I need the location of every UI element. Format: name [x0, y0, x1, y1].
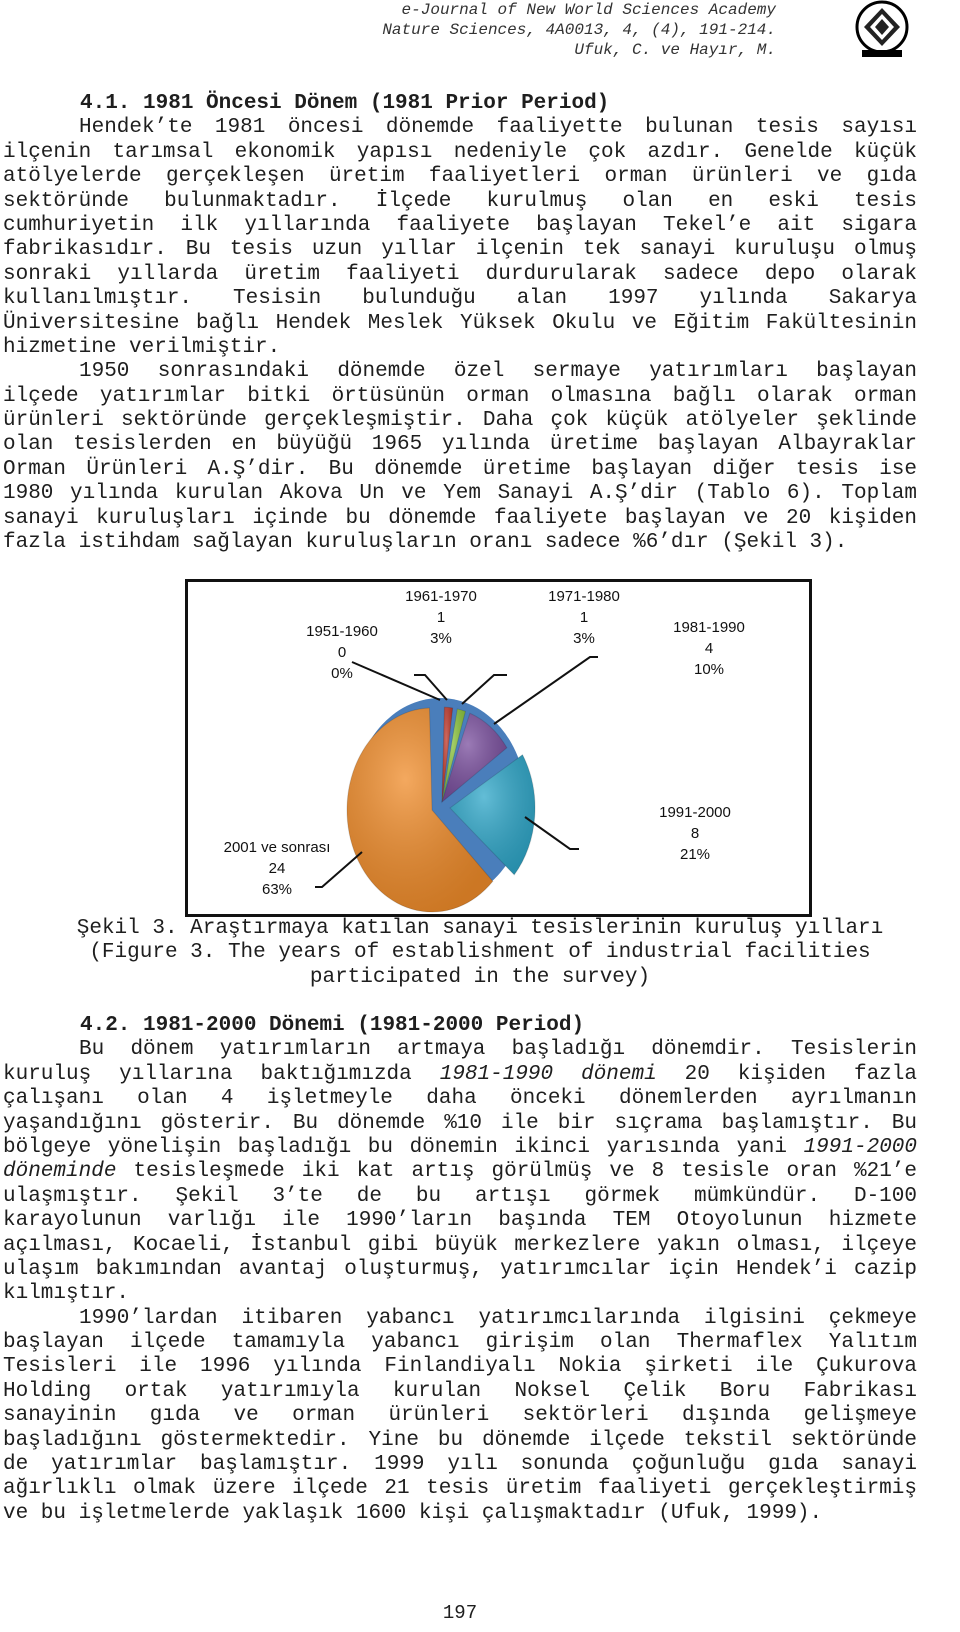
data-label: 0% — [331, 665, 353, 682]
paragraph-line: Üniversitesine bağlı Hendek Meslek Yükse… — [3, 311, 917, 335]
paragraph-line: ulaşmıştır. Şekil 3’te de bu artışı görm… — [3, 1184, 917, 1208]
pie-chart: 1951-1960 0 0% 1961-1970 1 3% 1971-1980 1 3% 1981… — [185, 579, 812, 917]
data-label: 1951-1960 — [306, 623, 378, 640]
paragraph-line: 1990’lardan itibaren yabancı yatırımcıla… — [79, 1306, 917, 1330]
italic-text: 1981-1990 dönemi — [439, 1062, 657, 1086]
data-label: 4 — [705, 640, 713, 657]
paragraph-line: ulaşım bakımından avantaj oluşturmuş, ya… — [3, 1257, 917, 1281]
paragraph-line: olan tesislerden en büyüğü 1965 yılında … — [3, 433, 917, 457]
paragraph-line: Bu dönem yatırımların artmaya başladığı … — [79, 1038, 917, 1062]
journal-authors: Ufuk, C. ve Hayır, M. — [574, 41, 776, 59]
leader-line — [524, 816, 579, 850]
data-label: 1981-1990 — [673, 619, 745, 636]
paragraph-line: sektöründe bulunmaktadır. İlçede kurulmu… — [3, 189, 917, 213]
caption-line: Şekil 3. Araştırmaya katılan sanayi tesi… — [76, 917, 884, 940]
paragraph-line: ve bu işletmelerde yaklaşık 1600 kişi ça… — [3, 1501, 823, 1525]
leader-line — [351, 661, 441, 701]
data-label: 3% — [430, 630, 452, 647]
leader-line — [461, 674, 507, 705]
paragraph-line: atölyelerde gerçekleşen üretim faaliyetl… — [3, 165, 917, 189]
paragraph-line: sanayi kuruluşları içinde bu dönemde faa… — [3, 506, 917, 530]
paragraph-line: 1980 yılında kurulan Akova Un ve Yem San… — [3, 482, 917, 506]
journal-volume: Nature Sciences, 4A0013, 4, (4), 191-214… — [382, 21, 776, 39]
paragraph-line: karayolunun varlığı ile 1990’ların başın… — [3, 1209, 917, 1233]
page-number: 197 — [442, 1602, 478, 1624]
paragraph-line: Hendek’te 1981 öncesi dönemde faaliyette… — [79, 116, 917, 140]
section-4-1: 4.1. 1981 Öncesi Dönem (1981 Prior Perio… — [3, 92, 917, 555]
pie-chart-svg: 1951-1960 0 0% 1961-1970 1 3% 1971-1980 1 3% 1981… — [224, 588, 745, 913]
journal-header: e-Journal of New World Sciences Academy … — [382, 0, 776, 60]
data-label: 24 — [269, 860, 286, 877]
paragraph-line: çalışanı olan 4 işletmeyle daha önceki d… — [3, 1087, 917, 1111]
text-run: bölgeye yönelişin başladığı bu dönemin i… — [3, 1135, 804, 1159]
leader-line — [315, 851, 363, 888]
section-4-2: 4.2. 1981-2000 Dönemi (1981-2000 Period)… — [3, 1014, 917, 1526]
paragraph-line: ilçede yatırımlar bitki örtüsünün orman … — [3, 384, 917, 408]
journal-title: e-Journal of New World Sciences Academy — [401, 1, 776, 19]
italic-text: döneminde — [3, 1160, 117, 1184]
paragraph-line: cumhuriyetin ilk yıllarında faaliyete ba… — [3, 213, 917, 237]
data-label: 0 — [338, 644, 346, 661]
paragraph-line: başlayan ilçede tamamıyla yabancı girişi… — [3, 1331, 917, 1355]
paragraph-line: açılması, Kocaeli, İstanbul gibi büyük m… — [3, 1233, 917, 1257]
paragraph-line: kuruluş yıllarına baktığımızda 1981-1990… — [3, 1063, 917, 1087]
italic-text: 1991-2000 — [803, 1135, 917, 1159]
data-label: 10% — [694, 661, 724, 678]
caption-line: (Figure 3. The years of establishment of… — [89, 941, 871, 965]
paragraph-line: kullanılmıştır. Tesisin bulunduğu alan 1… — [3, 287, 917, 311]
paragraph-line: döneminde tesisleşmede iki kat artış gör… — [3, 1160, 917, 1184]
journal-logo — [855, 0, 909, 57]
text-run: tesisleşmede iki kat artış görülmüş ve 8… — [116, 1160, 917, 1184]
paragraph-line: fazla istihdam sağlayan kuruluşların ora… — [3, 531, 848, 555]
text-run: 20 kişiden fazla — [656, 1062, 917, 1086]
paragraph-line: ağırlıklı olmak üzere ilçede 21 tesis ür… — [3, 1477, 917, 1501]
paragraph-line: 1950 sonrasındaki dönemde özel sermaye y… — [79, 360, 917, 384]
paragraph-line: hizmetine verilmiştir. — [3, 335, 281, 359]
paragraph-line: ürünleri sektöründe gerçekleşmiştir. Dah… — [3, 409, 917, 433]
paragraph-line: kılmıştır. — [3, 1282, 130, 1306]
paragraph-line: Holding ortak yatırımıyla kurulan Noksel… — [3, 1379, 917, 1403]
paragraph-line: sanayinin gıda ve orman ürünleri sektörl… — [3, 1404, 917, 1428]
paragraph-line: Tesisleri ile 1996 yılında Finlandiyalı … — [3, 1355, 917, 1379]
data-label: 2001 ve sonrası — [224, 839, 331, 856]
data-label: 1 — [580, 609, 588, 626]
data-label: 3% — [573, 630, 595, 647]
paragraph-line: Orman Ürünleri A.Ş’dir. Bu dönemde üreti… — [3, 457, 917, 481]
paragraph-line: de yatırımlar başlamıştır. 1999 yılı son… — [3, 1453, 917, 1477]
data-label: 1971-1980 — [548, 588, 620, 605]
figure-caption: Şekil 3. Araştırmaya katılan sanayi tesi… — [0, 917, 960, 990]
leader-line — [493, 656, 598, 725]
section-heading: 4.2. 1981-2000 Dönemi (1981-2000 Period) — [80, 1014, 585, 1037]
paragraph-line: bölgeye yönelişin başladığı bu dönemin i… — [3, 1136, 917, 1160]
data-label: 1991-2000 — [659, 804, 731, 821]
paragraph-line: fabrikasıdır. Bu tesis uzun yıllar ilçen… — [3, 238, 917, 262]
caption-line: participated in the survey) — [309, 965, 651, 989]
text-run: kuruluş yıllarına baktığımızda — [3, 1062, 440, 1086]
data-label: 21% — [680, 846, 710, 863]
paragraph-line: başladığını göstermektedir. Yine bu döne… — [3, 1428, 917, 1452]
section-heading: 4.1. 1981 Öncesi Dönem (1981 Prior Perio… — [80, 92, 610, 115]
paragraph-line: sonraki yıllarda üretim faaliyeti durdur… — [3, 262, 917, 286]
data-label: 1961-1970 — [405, 588, 477, 605]
data-label: 8 — [691, 825, 699, 842]
data-label: 1 — [437, 609, 445, 626]
paragraph-line: yaşandığını gösterir. Bu dönemde %10 ile… — [3, 1111, 917, 1135]
paragraph-line: ilçenin tarımsal ekonomik yapısı nedeniy… — [3, 140, 917, 164]
data-label: 63% — [262, 881, 292, 898]
